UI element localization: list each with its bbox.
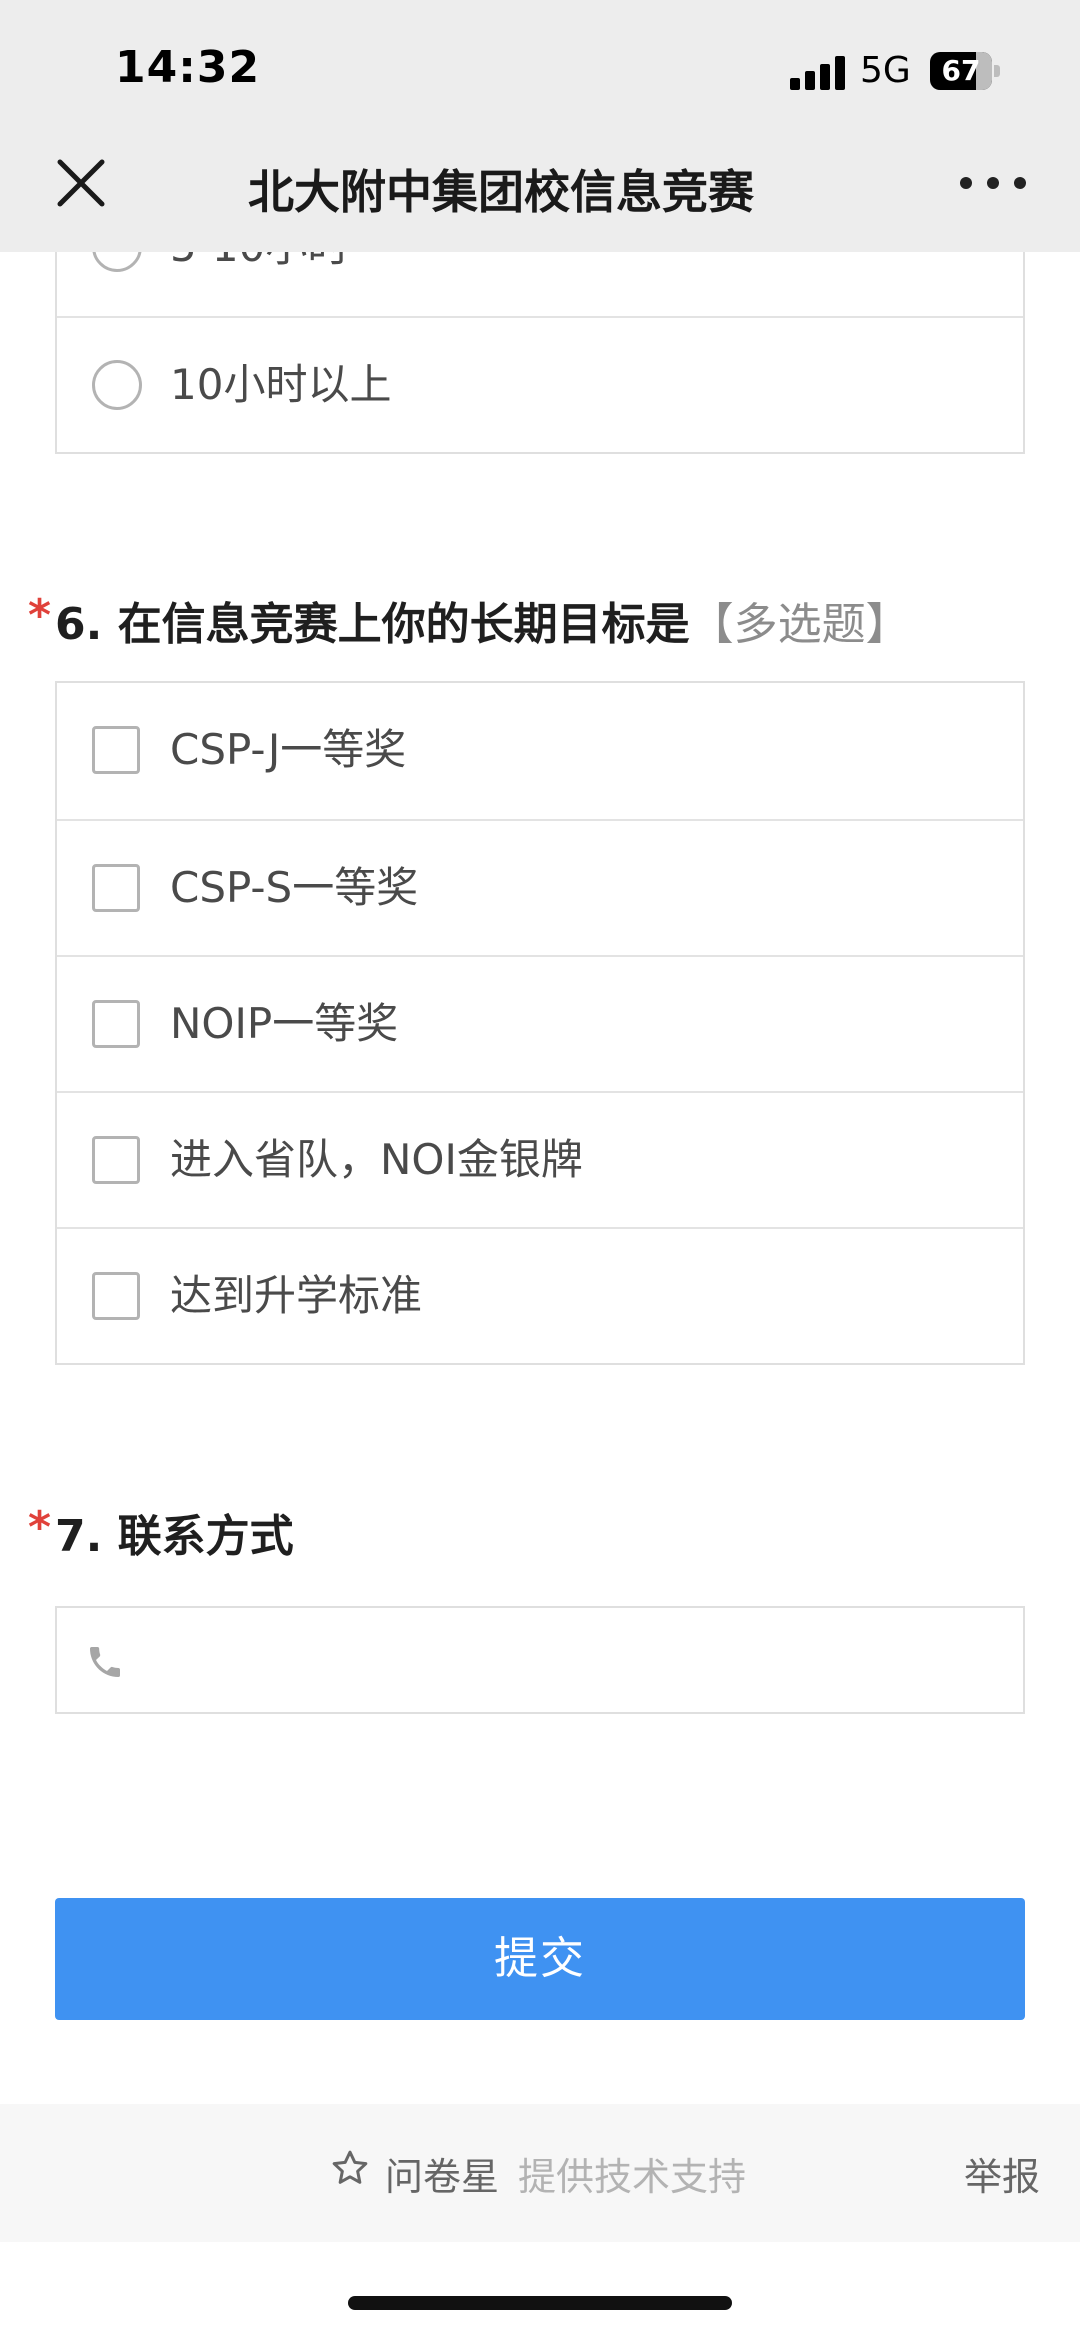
- report-link[interactable]: 举报: [964, 2146, 1040, 2201]
- q5-option[interactable]: 10小时以上: [57, 316, 1023, 452]
- submit-button[interactable]: 提交: [55, 1898, 1025, 2020]
- brand-link[interactable]: 问卷星: [385, 2146, 499, 2201]
- option-label: 进入省队，NOI金银牌: [170, 1135, 583, 1184]
- checkbox[interactable]: [92, 1000, 140, 1048]
- q7-title: 7. 联系方式: [55, 1511, 294, 1562]
- q6-options: CSP-J一等奖 CSP-S一等奖 NOIP一等奖 进入省队，NOI金银牌 达到…: [55, 681, 1025, 1365]
- footer: 问卷星 提供技术支持 举报: [0, 2104, 1080, 2242]
- phone-icon: [90, 1647, 120, 1677]
- survey-page: 14:32 5G 67 北大附中集团校信息竞赛 10小时以上 * 6. 在信息竞…: [0, 0, 1080, 2337]
- page-title: 北大附中集团校信息竞赛: [248, 156, 848, 220]
- top-bar: 14:32 5G 67 北大附中集团校信息竞赛: [0, 0, 1080, 252]
- q6-option[interactable]: CSP-S一等奖: [57, 819, 1023, 955]
- q6-title-text: 6. 在信息竞赛上你的长期目标是: [55, 599, 690, 650]
- q6-title: 6. 在信息竞赛上你的长期目标是【多选题】: [55, 588, 910, 652]
- checkbox[interactable]: [92, 864, 140, 912]
- q6-option[interactable]: NOIP一等奖: [57, 955, 1023, 1091]
- q6-option[interactable]: 进入省队，NOI金银牌: [57, 1091, 1023, 1227]
- option-label: CSP-S一等奖: [170, 863, 419, 912]
- option-label: NOIP一等奖: [170, 999, 399, 1048]
- checkbox[interactable]: [92, 1272, 140, 1320]
- more-icon[interactable]: [960, 168, 1030, 198]
- checkbox[interactable]: [92, 1136, 140, 1184]
- q6-type-label: 【多选题】: [689, 599, 910, 650]
- signal-icon: [790, 56, 846, 90]
- checkbox[interactable]: [92, 726, 140, 774]
- support-text: 提供技术支持: [518, 2155, 747, 2199]
- option-label: CSP-J一等奖: [170, 725, 407, 774]
- network-label: 5G: [860, 50, 911, 91]
- close-icon[interactable]: [48, 150, 114, 216]
- option-label: 10小时以上: [170, 360, 392, 409]
- required-mark: *: [28, 1502, 52, 1553]
- q6-option[interactable]: 达到升学标准: [57, 1227, 1023, 1363]
- star-icon: [332, 2150, 368, 2184]
- battery-level: 67: [941, 54, 981, 87]
- option-label: 达到升学标准: [170, 1271, 423, 1320]
- status-time: 14:32: [115, 42, 261, 93]
- battery-icon: 67: [930, 52, 1000, 90]
- radio-button[interactable]: [92, 360, 142, 410]
- contact-input[interactable]: [55, 1606, 1025, 1714]
- home-indicator[interactable]: [348, 2296, 732, 2310]
- required-mark: *: [28, 590, 52, 641]
- q6-option[interactable]: CSP-J一等奖: [57, 683, 1023, 819]
